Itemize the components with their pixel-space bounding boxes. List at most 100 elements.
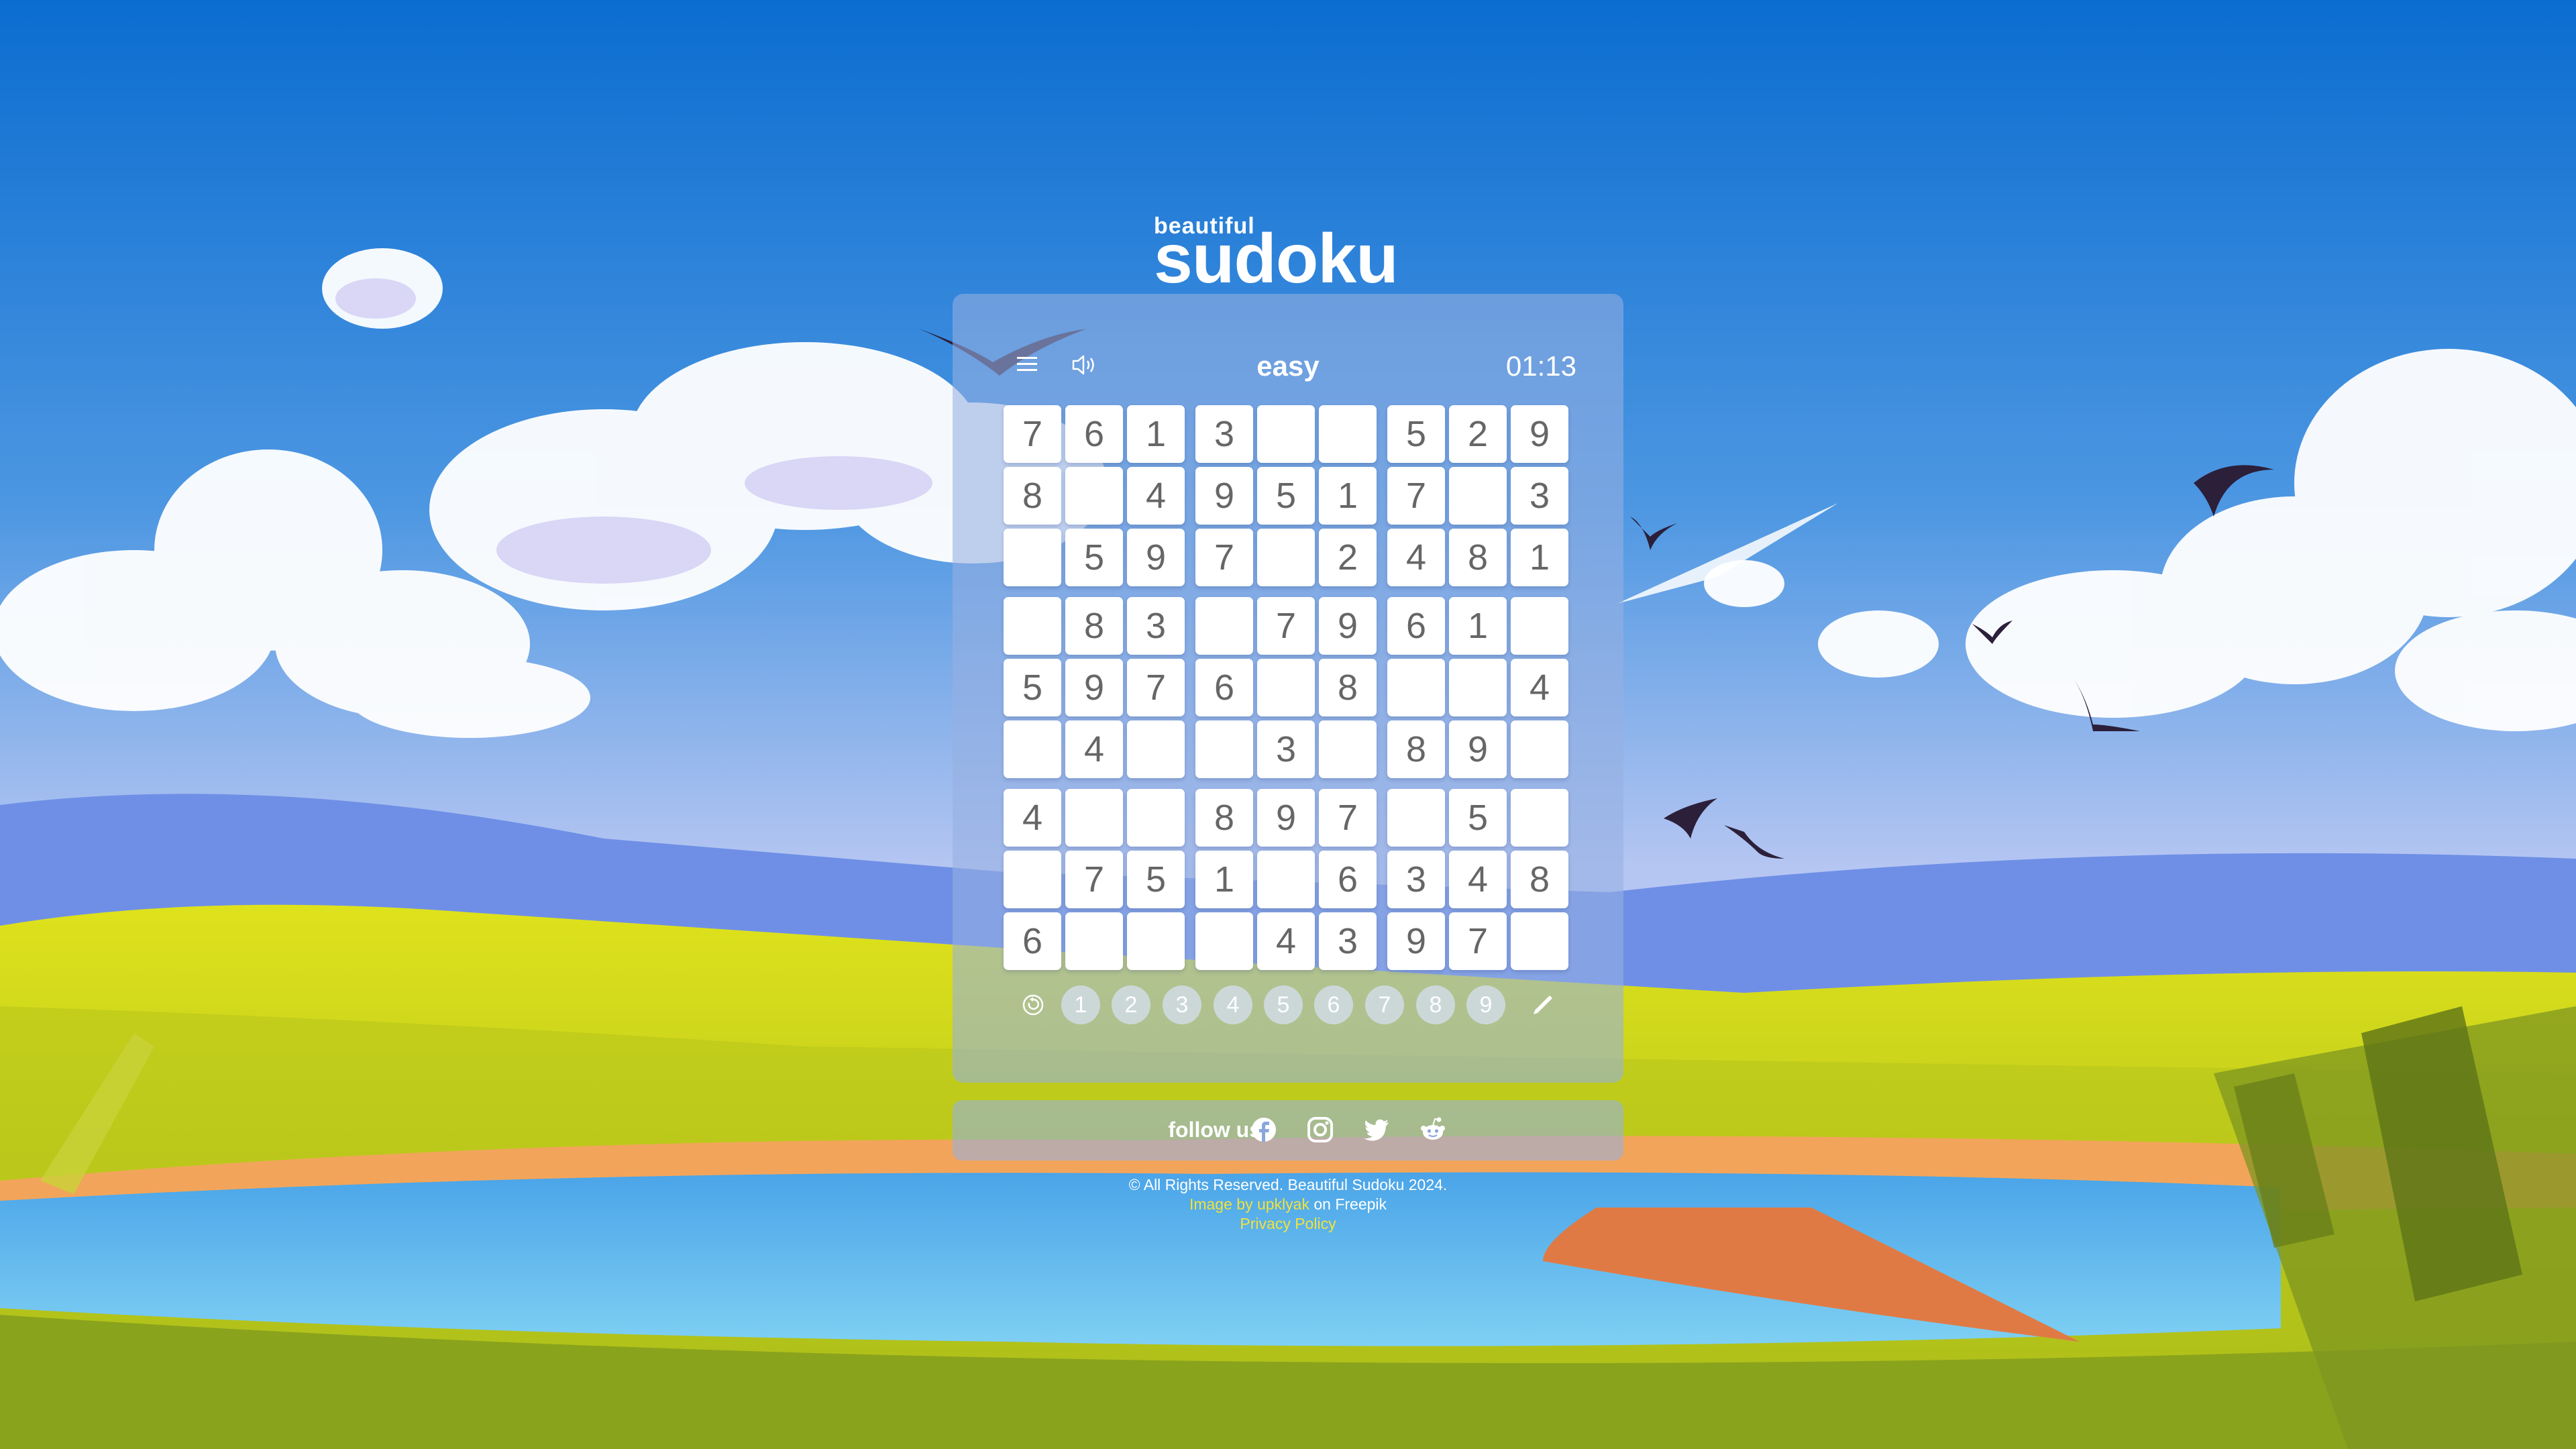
sudoku-cell[interactable]: 9 [1387, 912, 1445, 970]
sudoku-cell[interactable]: 4 [1449, 851, 1507, 908]
number-button-8[interactable]: 8 [1416, 985, 1455, 1024]
sudoku-cell[interactable] [1387, 659, 1445, 716]
sudoku-cell[interactable]: 6 [1195, 659, 1253, 716]
sudoku-cell[interactable] [1319, 720, 1377, 778]
sudoku-cell[interactable] [1004, 720, 1061, 778]
sudoku-cell[interactable]: 9 [1319, 597, 1377, 655]
number-button-2[interactable]: 2 [1112, 985, 1150, 1024]
sudoku-cell[interactable]: 1 [1195, 851, 1253, 908]
sudoku-cell[interactable]: 7 [1065, 851, 1123, 908]
sudoku-cell[interactable]: 9 [1511, 405, 1568, 463]
credit-author-link[interactable]: upklyak [1257, 1195, 1309, 1213]
sudoku-cell[interactable] [1511, 720, 1568, 778]
sudoku-cell[interactable]: 3 [1127, 597, 1185, 655]
number-button-4[interactable]: 4 [1214, 985, 1252, 1024]
sudoku-cell[interactable] [1195, 597, 1253, 655]
sudoku-cell[interactable] [1127, 720, 1185, 778]
sudoku-cell[interactable] [1511, 789, 1568, 847]
sudoku-cell[interactable]: 7 [1004, 405, 1061, 463]
sudoku-cell[interactable]: 3 [1257, 720, 1315, 778]
sudoku-cell[interactable]: 4 [1257, 912, 1315, 970]
pencil-icon[interactable] [1528, 990, 1558, 1020]
sudoku-cell[interactable] [1511, 912, 1568, 970]
sudoku-cell[interactable]: 5 [1387, 405, 1445, 463]
sudoku-cell[interactable]: 4 [1387, 529, 1445, 586]
sudoku-cell[interactable]: 7 [1387, 467, 1445, 525]
sudoku-cell[interactable]: 4 [1511, 659, 1568, 716]
sudoku-cell[interactable]: 7 [1127, 659, 1185, 716]
sudoku-cell[interactable]: 6 [1004, 912, 1061, 970]
privacy-policy-link[interactable]: Privacy Policy [953, 1214, 1623, 1234]
sudoku-cell[interactable]: 8 [1065, 597, 1123, 655]
sudoku-cell[interactable] [1449, 467, 1507, 525]
sudoku-cell[interactable] [1004, 597, 1061, 655]
sudoku-cell[interactable]: 8 [1319, 659, 1377, 716]
sudoku-cell[interactable] [1065, 912, 1123, 970]
sudoku-cell[interactable]: 8 [1511, 851, 1568, 908]
sudoku-cell[interactable] [1319, 405, 1377, 463]
sudoku-cell[interactable]: 6 [1387, 597, 1445, 655]
number-button-1[interactable]: 1 [1061, 985, 1100, 1024]
menu-icon[interactable] [1014, 354, 1041, 374]
sudoku-cell[interactable]: 7 [1319, 789, 1377, 847]
sudoku-cell[interactable] [1387, 789, 1445, 847]
sudoku-cell[interactable]: 5 [1127, 851, 1185, 908]
sudoku-cell[interactable]: 6 [1319, 851, 1377, 908]
sudoku-cell[interactable]: 3 [1319, 912, 1377, 970]
number-button-5[interactable]: 5 [1264, 985, 1303, 1024]
sudoku-cell[interactable]: 8 [1387, 720, 1445, 778]
sudoku-cell[interactable] [1257, 405, 1315, 463]
sudoku-cell[interactable]: 8 [1004, 467, 1061, 525]
sudoku-cell[interactable]: 1 [1449, 597, 1507, 655]
sudoku-cell[interactable] [1065, 789, 1123, 847]
sudoku-cell[interactable]: 4 [1004, 789, 1061, 847]
sudoku-cell[interactable]: 6 [1065, 405, 1123, 463]
sudoku-cell[interactable]: 2 [1449, 405, 1507, 463]
sudoku-cell[interactable] [1065, 467, 1123, 525]
sudoku-cell[interactable]: 9 [1449, 720, 1507, 778]
sudoku-cell[interactable] [1195, 912, 1253, 970]
sudoku-cell[interactable] [1195, 720, 1253, 778]
sudoku-cell[interactable]: 3 [1195, 405, 1253, 463]
sudoku-cell[interactable]: 7 [1195, 529, 1253, 586]
sudoku-cell[interactable]: 5 [1257, 467, 1315, 525]
erase-icon[interactable] [1020, 991, 1046, 1018]
sudoku-cell[interactable]: 2 [1319, 529, 1377, 586]
sudoku-cell[interactable]: 1 [1127, 405, 1185, 463]
twitter-icon[interactable] [1362, 1115, 1391, 1144]
sudoku-cell[interactable] [1004, 529, 1061, 586]
sudoku-cell[interactable]: 3 [1511, 467, 1568, 525]
sudoku-cell[interactable] [1127, 912, 1185, 970]
sudoku-cell[interactable]: 1 [1319, 467, 1377, 525]
sudoku-cell[interactable] [1511, 597, 1568, 655]
logo[interactable]: beautiful sudoku [1154, 213, 1422, 294]
number-button-7[interactable]: 7 [1365, 985, 1404, 1024]
number-button-9[interactable]: 9 [1466, 985, 1505, 1024]
reddit-icon[interactable] [1418, 1115, 1448, 1144]
sudoku-cell[interactable]: 3 [1387, 851, 1445, 908]
sudoku-cell[interactable]: 4 [1127, 467, 1185, 525]
sudoku-cell[interactable]: 7 [1449, 912, 1507, 970]
instagram-icon[interactable] [1305, 1115, 1335, 1144]
sudoku-cell[interactable] [1004, 851, 1061, 908]
sudoku-cell[interactable]: 8 [1449, 529, 1507, 586]
number-button-6[interactable]: 6 [1314, 985, 1353, 1024]
sudoku-cell[interactable] [1257, 851, 1315, 908]
number-button-3[interactable]: 3 [1163, 985, 1201, 1024]
sudoku-cell[interactable] [1127, 789, 1185, 847]
sudoku-cell[interactable] [1449, 659, 1507, 716]
sudoku-cell[interactable]: 5 [1004, 659, 1061, 716]
sudoku-cell[interactable]: 8 [1195, 789, 1253, 847]
sudoku-cell[interactable]: 7 [1257, 597, 1315, 655]
sudoku-cell[interactable] [1257, 529, 1315, 586]
sudoku-cell[interactable] [1257, 659, 1315, 716]
sudoku-cell[interactable]: 5 [1449, 789, 1507, 847]
sudoku-cell[interactable]: 1 [1511, 529, 1568, 586]
sudoku-cell[interactable]: 9 [1195, 467, 1253, 525]
sudoku-cell[interactable]: 9 [1127, 529, 1185, 586]
difficulty-label[interactable]: easy [1208, 350, 1368, 382]
sudoku-cell[interactable]: 9 [1065, 659, 1123, 716]
credit-suffix[interactable]: on Freepik [1313, 1195, 1387, 1213]
speaker-icon[interactable] [1071, 353, 1099, 377]
sudoku-cell[interactable]: 5 [1065, 529, 1123, 586]
